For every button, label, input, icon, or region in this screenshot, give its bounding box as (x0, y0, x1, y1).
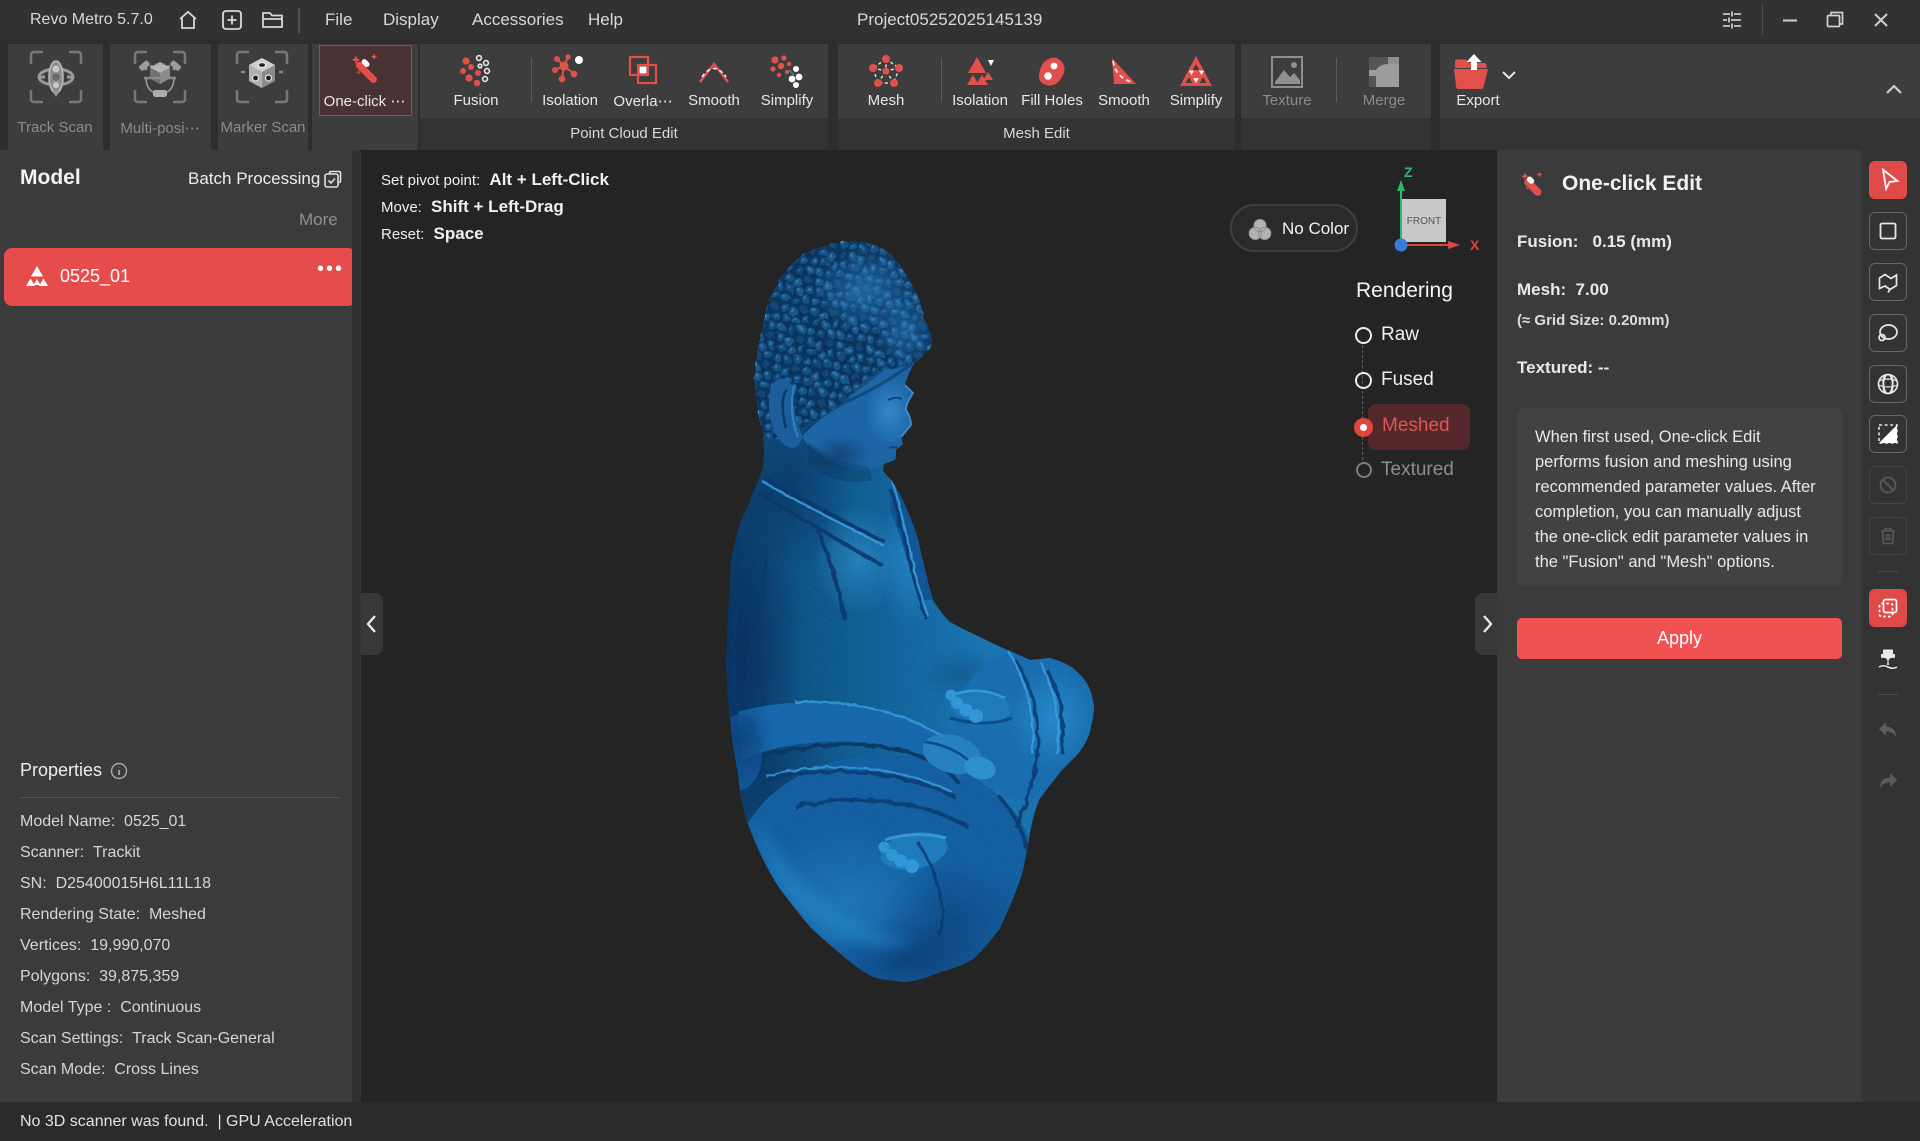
svg-text:FRONT: FRONT (1407, 216, 1441, 227)
svg-text:X: X (1470, 237, 1480, 253)
svg-text:Z: Z (1404, 164, 1413, 180)
